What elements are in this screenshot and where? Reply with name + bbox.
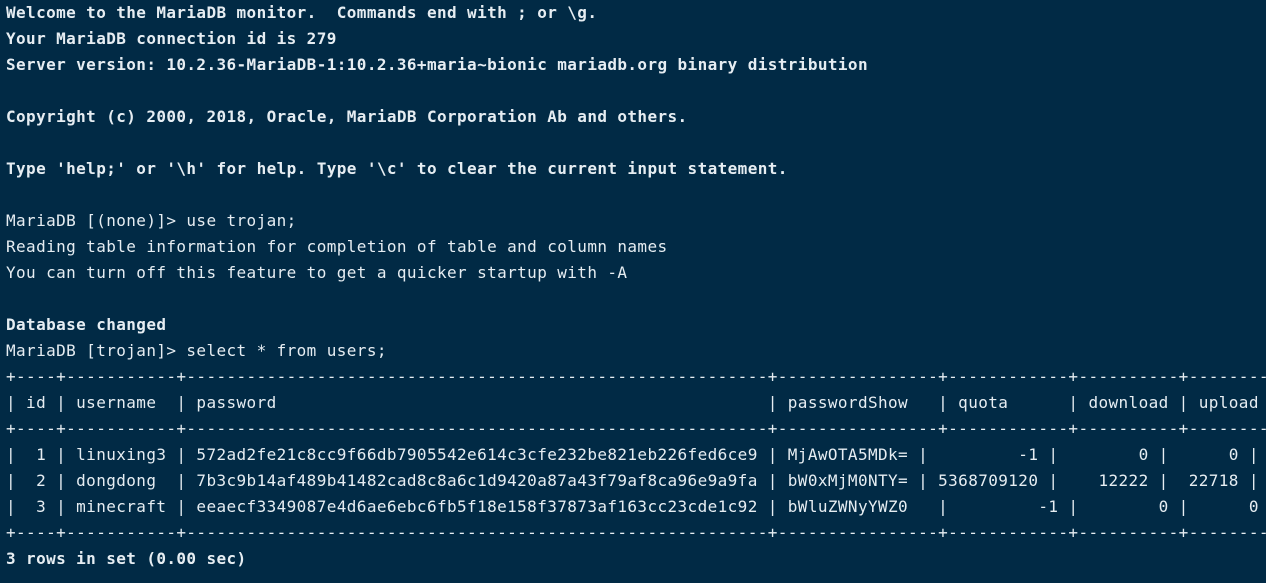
table-row: | 2 | dongdong | 7b3c9b14af489b41482cad8… — [6, 471, 1259, 490]
terminal-window[interactable]: Welcome to the MariaDB monitor. Commands… — [6, 0, 1266, 583]
table-row: | 3 | minecraft | eeaecf3349087e4d6ae6eb… — [6, 497, 1266, 516]
banner-copyright: Copyright (c) 2000, 2018, Oracle, MariaD… — [6, 107, 688, 126]
table-border-top: +----+-----------+----------------------… — [6, 367, 1266, 386]
banner-connection-id: Your MariaDB connection id is 279 — [6, 29, 337, 48]
banner-server-version: Server version: 10.2.36-MariaDB-1:10.2.3… — [6, 55, 868, 74]
table-row: | 1 | linuxing3 | 572ad2fe21c8cc9f66db79… — [6, 445, 1259, 464]
prompt-use-trojan: MariaDB [(none)]> use trojan; — [6, 211, 297, 230]
table-border-bottom: +----+-----------+----------------------… — [6, 523, 1266, 542]
result-summary: 3 rows in set (0.00 sec) — [6, 549, 247, 568]
table-header: | id | username | password | passwordSho… — [6, 393, 1266, 412]
banner-welcome: Welcome to the MariaDB monitor. Commands… — [6, 3, 598, 22]
table-border-mid: +----+-----------+----------------------… — [6, 419, 1266, 438]
startup-hint: You can turn off this feature to get a q… — [6, 263, 628, 282]
prompt-select-users: MariaDB [trojan]> select * from users; — [6, 341, 387, 360]
reading-table-info: Reading table information for completion… — [6, 237, 668, 256]
banner-help: Type 'help;' or '\h' for help. Type '\c'… — [6, 159, 788, 178]
database-changed: Database changed — [6, 315, 167, 334]
